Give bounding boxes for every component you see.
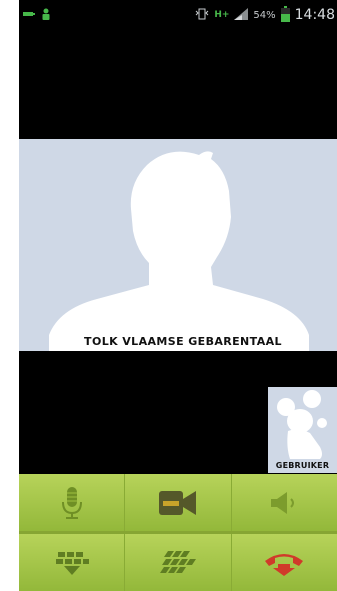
keyboard-icon: [159, 550, 196, 573]
clock: 14:48: [294, 7, 335, 23]
dialpad-button[interactable]: [19, 534, 126, 591]
signal-icon: [234, 7, 249, 23]
keyboard-button[interactable]: [125, 534, 232, 591]
battery-notify-icon: [23, 8, 35, 23]
phone-screen: H+ 54% 14:48 TOLK VLAAMSE GEBARENTAAL GE…: [19, 0, 337, 591]
remote-avatar-silhouette: [49, 151, 309, 351]
vibrate-icon: [195, 8, 209, 23]
microphone-icon: [61, 486, 82, 519]
speaker-button[interactable]: [231, 474, 337, 531]
status-bar: H+ 54% 14:48: [19, 0, 337, 30]
toggle-camera-button[interactable]: [125, 474, 232, 531]
dialpad-icon: [55, 551, 89, 575]
self-user-label: GEBRUIKER: [275, 461, 330, 470]
mute-microphone-button[interactable]: [19, 474, 126, 531]
hang-up-icon: [265, 553, 304, 576]
battery-percent: 54%: [253, 9, 276, 21]
speaker-icon: [271, 491, 295, 514]
remote-video: TOLK VLAAMSE GEBARENTAAL: [19, 139, 337, 351]
self-video: GEBRUIKER: [268, 387, 337, 473]
person-notify-icon: [41, 8, 51, 23]
video-camera-icon: [158, 490, 196, 515]
network-type: H+: [214, 10, 230, 20]
call-controls: [19, 474, 337, 591]
remote-caller-label: TOLK VLAAMSE GEBARENTAAL: [75, 333, 291, 351]
battery-icon: [280, 5, 290, 25]
hang-up-button[interactable]: [231, 534, 337, 591]
